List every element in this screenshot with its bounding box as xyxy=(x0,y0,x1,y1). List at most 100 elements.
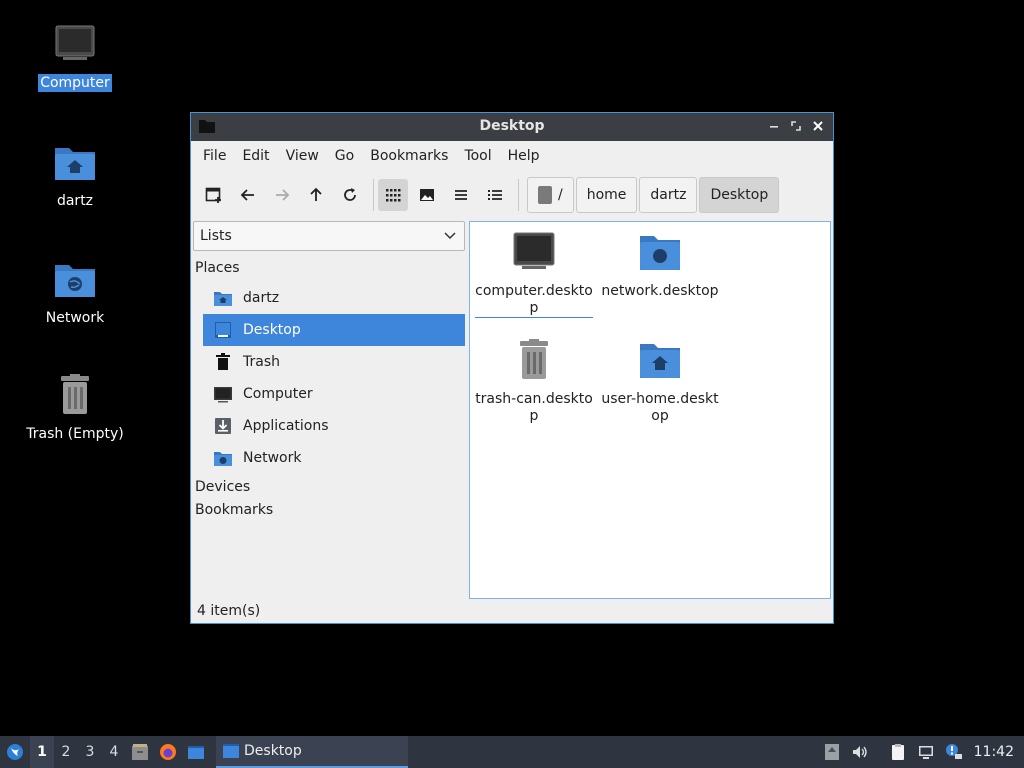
desktop-icon-trash[interactable]: Trash (Empty) xyxy=(20,373,130,443)
start-menu-button[interactable] xyxy=(0,736,30,768)
file-cabinet-icon xyxy=(132,744,148,760)
reload-icon xyxy=(344,188,356,201)
file-name: user-home.desktop xyxy=(601,391,719,424)
icon-view-button[interactable] xyxy=(378,179,408,211)
tray-updates[interactable] xyxy=(818,736,846,768)
workspace-2[interactable]: 2 xyxy=(54,736,78,768)
window-title: Desktop xyxy=(479,118,545,134)
thumbnail-view-button[interactable] xyxy=(412,179,442,211)
path-segment-home[interactable]: home xyxy=(575,177,638,213)
place-trash[interactable]: Trash xyxy=(203,346,465,378)
menu-tool[interactable]: Tool xyxy=(456,148,499,164)
devices-header[interactable]: Devices xyxy=(193,476,467,499)
desktop-icon-label: Network xyxy=(45,310,105,326)
place-dartz[interactable]: dartz xyxy=(203,282,465,314)
launch-firefox[interactable] xyxy=(154,736,182,768)
title-bar[interactable]: Desktop xyxy=(191,113,833,141)
file-item[interactable]: trash-can.desktop xyxy=(474,338,594,425)
toolbar-separator xyxy=(373,179,374,211)
close-icon xyxy=(813,121,823,131)
place-label: Applications xyxy=(243,418,329,434)
compact-list-icon xyxy=(455,190,467,200)
taskbar: 1 2 3 4 Desktop 11:42 xyxy=(0,736,1024,768)
desktop-icon-label: Trash (Empty) xyxy=(26,426,124,442)
home-folder-icon xyxy=(55,148,95,180)
menu-edit[interactable]: Edit xyxy=(234,148,277,164)
file-item[interactable]: network.desktop xyxy=(600,230,720,300)
reload-button[interactable] xyxy=(335,179,365,211)
desktop-icon-computer[interactable]: Computer xyxy=(20,22,130,92)
file-view[interactable]: computer.desktop network.desktop trash-c… xyxy=(469,221,831,599)
file-item[interactable]: computer.desktop xyxy=(474,230,594,318)
lxqt-logo-icon xyxy=(7,744,23,760)
menu-go[interactable]: Go xyxy=(327,148,362,164)
menu-view[interactable]: View xyxy=(278,148,327,164)
close-button[interactable] xyxy=(809,117,827,135)
path-root-button[interactable]: / xyxy=(527,177,574,213)
file-name: network.desktop xyxy=(601,283,719,299)
desktop-icon-dartz[interactable]: dartz xyxy=(20,140,130,210)
detail-list-icon xyxy=(488,190,502,200)
volume-icon xyxy=(852,746,867,758)
network-folder-icon xyxy=(214,452,232,466)
path-segment-dartz[interactable]: dartz xyxy=(639,177,698,213)
new-tab-icon xyxy=(205,187,221,203)
file-name: trash-can.desktop xyxy=(475,391,593,424)
place-desktop[interactable]: Desktop xyxy=(203,314,465,346)
maximize-icon xyxy=(791,121,801,131)
clock[interactable]: 11:42 xyxy=(968,744,1024,760)
compact-view-button[interactable] xyxy=(446,179,476,211)
clipboard-icon xyxy=(891,744,904,760)
places-header[interactable]: Places xyxy=(193,257,467,280)
up-button[interactable] xyxy=(301,179,331,211)
menu-help[interactable]: Help xyxy=(500,148,548,164)
minimize-button[interactable] xyxy=(765,117,783,135)
detailed-view-button[interactable] xyxy=(480,179,510,211)
tray-clipboard[interactable] xyxy=(884,736,912,768)
sidebar: Lists Places dartz Desktop Trash Compute… xyxy=(193,221,467,605)
task-button-desktop[interactable]: Desktop xyxy=(216,736,408,768)
desktop-icon xyxy=(223,744,239,758)
place-applications[interactable]: Applications xyxy=(203,410,465,442)
path-bar: / home dartz Desktop xyxy=(527,177,781,213)
menu-bookmarks[interactable]: Bookmarks xyxy=(362,148,456,164)
back-button[interactable] xyxy=(233,179,263,211)
tray-notifications[interactable] xyxy=(940,736,968,768)
launch-desktop[interactable] xyxy=(182,736,210,768)
desktop-icon-network[interactable]: Network xyxy=(20,257,130,327)
computer-icon xyxy=(214,387,232,403)
toolbar-separator xyxy=(518,179,519,211)
file-manager-window: Desktop File Edit View Go Bookmarks Tool… xyxy=(190,112,834,624)
arrow-up-icon xyxy=(310,187,322,201)
notification-icon xyxy=(945,744,962,759)
chevron-down-icon xyxy=(444,232,456,240)
desktop-icon xyxy=(215,322,231,338)
sidebar-mode-select[interactable]: Lists xyxy=(193,221,465,251)
maximize-button[interactable] xyxy=(787,117,805,135)
desktop-icon-label: dartz xyxy=(56,193,94,209)
arrow-right-icon xyxy=(276,189,290,201)
bookmarks-header[interactable]: Bookmarks xyxy=(193,499,467,522)
status-bar-text: 4 item(s) xyxy=(197,603,261,619)
tray-network[interactable] xyxy=(912,736,940,768)
place-computer[interactable]: Computer xyxy=(203,378,465,410)
forward-button[interactable] xyxy=(267,179,297,211)
workspace-4[interactable]: 4 xyxy=(102,736,126,768)
trash-icon xyxy=(61,374,89,414)
path-root-label: / xyxy=(558,187,563,203)
menu-file[interactable]: File xyxy=(195,148,234,164)
path-segment-desktop[interactable]: Desktop xyxy=(699,177,780,213)
places-list: dartz Desktop Trash Computer Application… xyxy=(193,282,467,474)
minimize-icon xyxy=(770,126,778,128)
place-network[interactable]: Network xyxy=(203,442,465,474)
workspace-1[interactable]: 1 xyxy=(30,736,54,768)
file-item[interactable]: user-home.desktop xyxy=(600,338,720,425)
toolbar: / home dartz Desktop xyxy=(191,171,833,219)
workspace-3[interactable]: 3 xyxy=(78,736,102,768)
trash-icon xyxy=(216,353,230,370)
drive-icon xyxy=(538,186,552,204)
new-tab-button[interactable] xyxy=(199,179,229,211)
place-label: Network xyxy=(243,450,302,466)
tray-volume[interactable] xyxy=(846,736,874,768)
launch-file-manager[interactable] xyxy=(126,736,154,768)
